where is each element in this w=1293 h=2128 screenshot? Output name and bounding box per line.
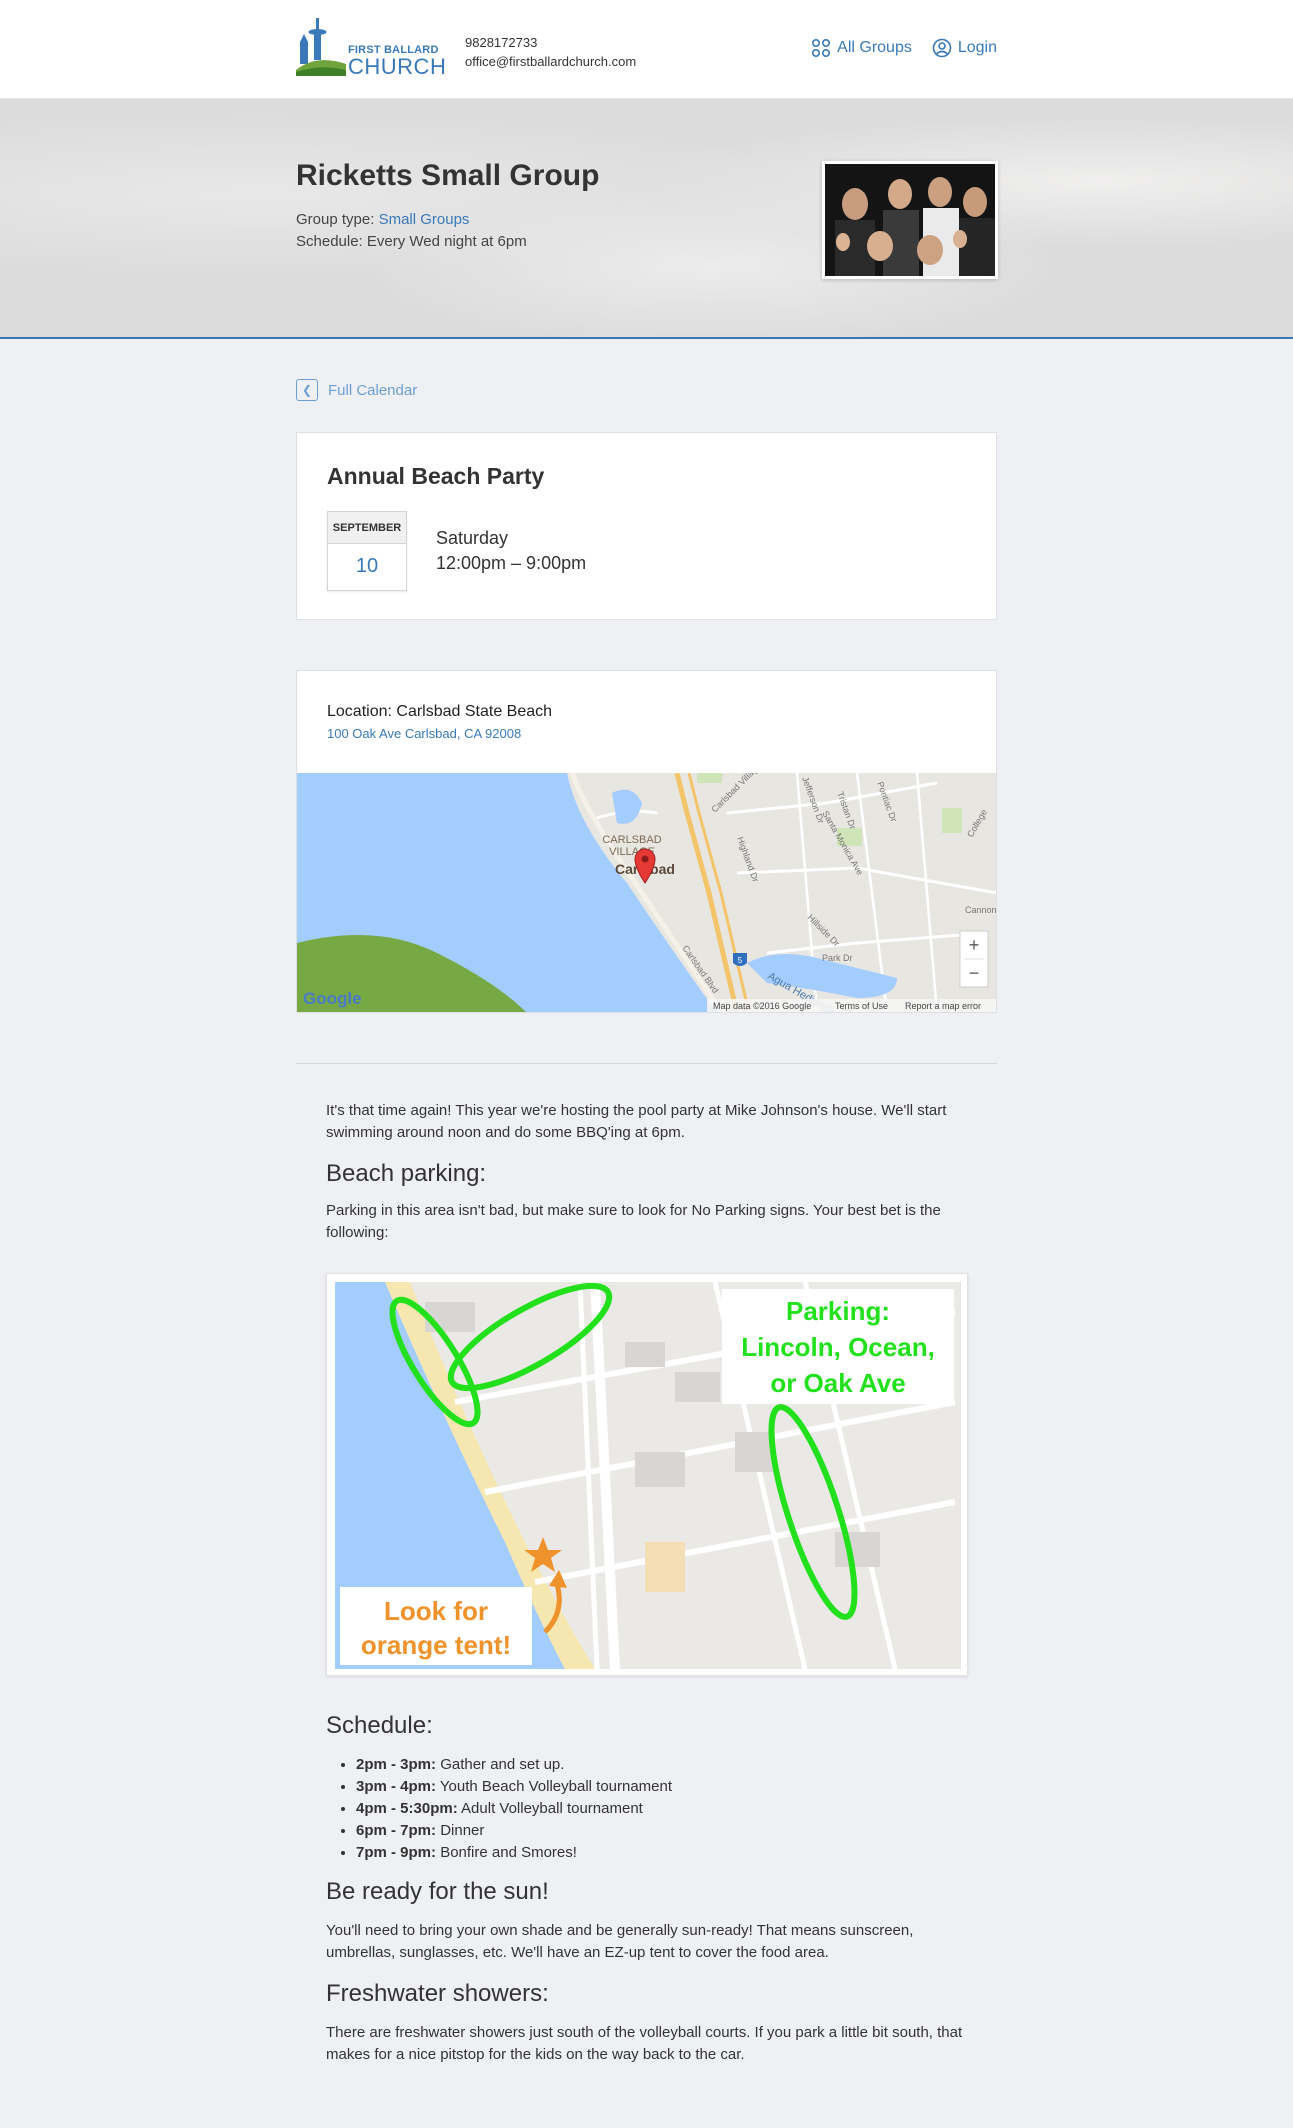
schedule-time: 6pm - 7pm:: [356, 1822, 437, 1839]
group-photo: [822, 161, 998, 279]
location-label: Location: Carlsbad State Beach: [327, 703, 553, 720]
parking-heading: Beach parking:: [326, 1160, 487, 1187]
top-nav: All Groups Login: [811, 38, 997, 58]
all-groups-link[interactable]: All Groups: [811, 38, 912, 58]
event-when: Saturday 12:00pm – 9:00pm: [436, 526, 586, 576]
group-type-label: Group type:: [296, 211, 375, 228]
event-month: SEPTEMBER: [328, 512, 406, 544]
all-groups-label: All Groups: [837, 39, 912, 56]
freeway-label: 5: [738, 956, 743, 965]
event-card: Annual Beach Party SEPTEMBER 10 Saturday…: [296, 432, 997, 620]
location-map[interactable]: CARLSBAD VILLAGE Carlsbad Agua Hedionda …: [297, 753, 997, 1012]
schedule-heading: Schedule:: [326, 1712, 433, 1739]
event-weekday: Saturday: [436, 528, 509, 548]
parking-callout-line1: Parking:: [786, 1296, 890, 1326]
contact-info: 9828172733 office@firstballardchurch.com: [465, 33, 636, 71]
event-description-continued: Schedule: 2pm - 3pm: Gather and set up. …: [326, 1712, 971, 2066]
parking-text: Parking in this area isn't bad, but make…: [326, 1202, 941, 1241]
map-zoom-in-button[interactable]: +: [969, 935, 980, 955]
groups-icon: [812, 38, 831, 58]
parking-callout-line3: or Oak Ave: [770, 1368, 905, 1398]
schedule-time: 7pm - 9pm:: [356, 1844, 437, 1861]
email-address: office@firstballardchurch.com: [465, 54, 637, 69]
schedule-item: 6pm - 7pm: Dinner: [356, 1820, 971, 1842]
event-date-badge: SEPTEMBER 10: [327, 511, 407, 591]
schedule-item: 3pm - 4pm: Youth Beach Volleyball tourna…: [356, 1776, 971, 1798]
logo-tower-icon: [296, 18, 346, 76]
group-meta: Group type: Small Groups Schedule: Every…: [296, 209, 527, 253]
schedule-item: 2pm - 3pm: Gather and set up.: [356, 1754, 971, 1776]
church-logo[interactable]: FIRST BALLARD CHURCH: [296, 14, 446, 80]
schedule-desc: Gather and set up.: [440, 1756, 565, 1773]
map-street-9: Cannon: [965, 905, 997, 915]
map-street-2: Park Dr: [822, 953, 853, 963]
sun-text: You'll need to bring your own shade and …: [326, 1922, 914, 1961]
shower-heading: Freshwater showers:: [326, 1980, 549, 2007]
schedule-desc: Youth Beach Volleyball tournament: [439, 1778, 673, 1795]
event-day: 10: [355, 555, 379, 577]
tent-callout-line2: orange tent!: [361, 1630, 511, 1660]
parking-callout-line2: Lincoln, Ocean,: [741, 1332, 935, 1362]
site-header: FIRST BALLARD CHURCH 9828172733 office@f…: [0, 0, 1293, 99]
group-schedule: Schedule: Every Wed night at 6pm: [296, 233, 527, 250]
chevron-left-icon: ❮: [296, 379, 318, 401]
schedule-item: 4pm - 5:30pm: Adult Volleyball tournamen…: [356, 1798, 971, 1820]
schedule-time: 4pm - 5:30pm:: [356, 1800, 458, 1817]
map-report-link[interactable]: Report a map error: [905, 1001, 981, 1011]
logo-text-bottom: CHURCH: [348, 54, 447, 79]
group-type: Group type: Small Groups: [296, 209, 527, 231]
full-calendar-label: Full Calendar: [328, 381, 418, 399]
schedule-time: 2pm - 3pm:: [356, 1756, 437, 1773]
schedule-time: 3pm - 4pm:: [356, 1778, 437, 1795]
location-address-link[interactable]: 100 Oak Ave Carlsbad, CA 92008: [327, 726, 521, 741]
parking-map-image: Parking: Lincoln, Ocean, or Oak Ave Look…: [326, 1273, 968, 1676]
map-zoom-controls: + −: [959, 930, 989, 988]
schedule-item: 7pm - 9pm: Bonfire and Smores!: [356, 1842, 971, 1864]
group-hero: Ricketts Small Group Group type: Small G…: [0, 99, 1293, 339]
tent-callout-line1: Look for: [384, 1596, 488, 1626]
location-card: Location: Carlsbad State Beach 100 Oak A…: [296, 670, 997, 1013]
user-icon: [932, 38, 952, 58]
schedule-desc: Bonfire and Smores!: [440, 1844, 577, 1861]
shower-text: There are freshwater showers just south …: [326, 2024, 963, 2063]
google-logo: Google: [303, 989, 362, 1008]
freeway-shield-icon: 5: [733, 953, 747, 966]
sun-heading: Be ready for the sun!: [326, 1878, 549, 1905]
group-type-link[interactable]: Small Groups: [379, 211, 470, 228]
map-label-carlsbad: CARLSBAD: [602, 834, 661, 846]
schedule-list: 2pm - 3pm: Gather and set up. 3pm - 4pm:…: [326, 1754, 971, 1864]
login-link[interactable]: Login: [932, 38, 997, 58]
event-title: Annual Beach Party: [327, 463, 545, 489]
phone-number: 9828172733: [465, 35, 538, 50]
map-terms-link[interactable]: Terms of Use: [835, 1001, 888, 1011]
intro-text: It's that time again! This year we're ho…: [326, 1102, 947, 1141]
section-divider: [296, 1063, 997, 1064]
map-zoom-out-button[interactable]: −: [969, 963, 980, 983]
map-attribution: Map data ©2016 Google: [713, 1001, 811, 1011]
group-title: Ricketts Small Group: [296, 159, 600, 192]
event-time: 12:00pm – 9:00pm: [436, 553, 587, 573]
login-label: Login: [957, 39, 997, 56]
schedule-desc: Adult Volleyball tournament: [461, 1800, 643, 1817]
schedule-desc: Dinner: [440, 1822, 485, 1839]
full-calendar-link[interactable]: ❮ Full Calendar: [296, 379, 417, 401]
event-description: It's that time again! This year we're ho…: [326, 1100, 971, 1244]
